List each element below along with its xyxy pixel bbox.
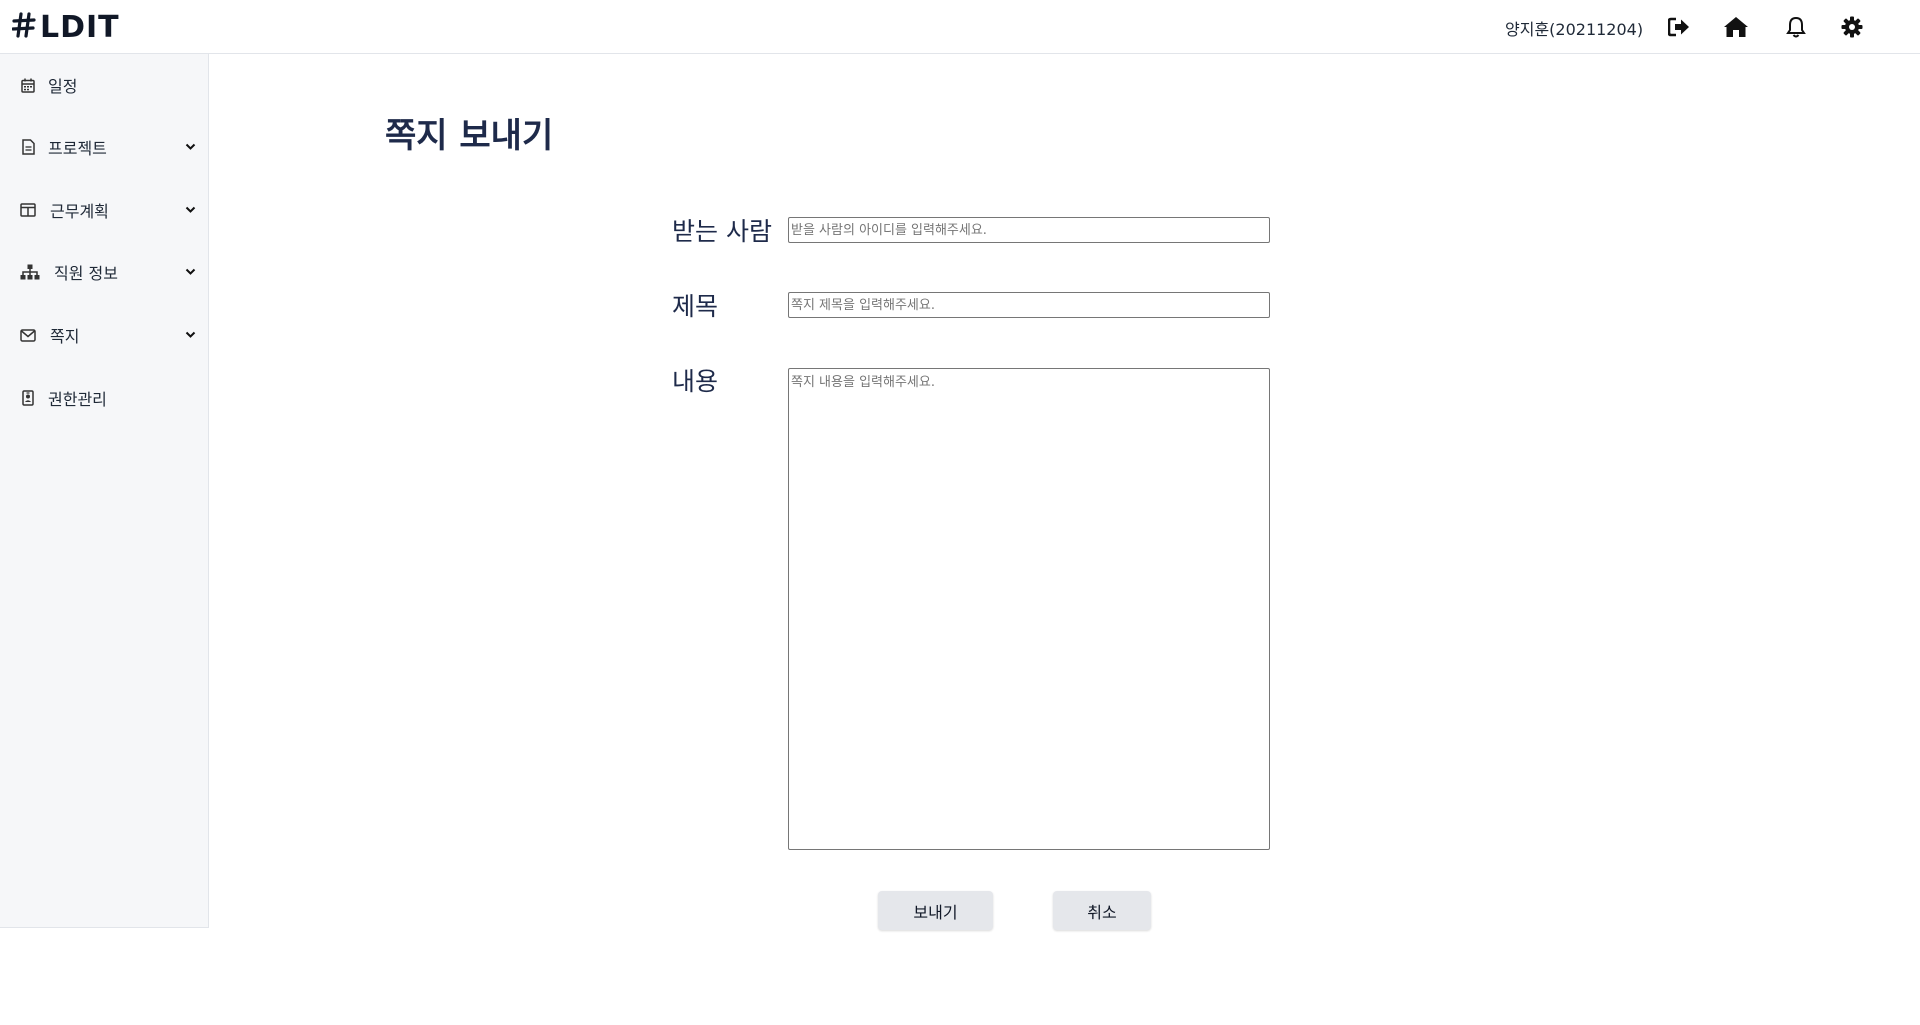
chevron-down-icon[interactable] <box>183 203 197 217</box>
recipient-label: 받는 사람 <box>672 217 772 246</box>
sidebar-item-project[interactable]: 프로젝트 <box>0 127 208 167</box>
home-icon[interactable] <box>1722 13 1750 41</box>
sidebar-item-work-plan[interactable]: 근무계획 <box>0 190 208 230</box>
sidebar-item-messages[interactable]: 쪽지 <box>0 315 208 355</box>
document-icon <box>20 139 36 155</box>
sidebar-item-permissions[interactable]: 권한관리 <box>0 378 208 418</box>
sidebar-item-label: 프로젝트 <box>48 139 107 158</box>
org-chart-icon <box>20 264 40 280</box>
sidebar-item-label: 일정 <box>48 77 78 96</box>
chevron-down-icon[interactable] <box>183 265 197 279</box>
sidebar-item-label: 쪽지 <box>50 327 80 346</box>
sidebar: 일정 프로젝트 근무계획 직원 정보 쪽지 권한관리 <box>0 54 209 928</box>
sidebar-item-schedule[interactable]: 일정 <box>0 65 208 105</box>
sidebar-item-label: 직원 정보 <box>54 264 118 283</box>
content-textarea[interactable] <box>788 368 1270 850</box>
id-badge-icon <box>20 390 36 406</box>
cancel-button[interactable]: 취소 <box>1053 891 1151 930</box>
gear-icon[interactable] <box>1838 13 1866 41</box>
envelope-icon <box>20 327 36 343</box>
user-name[interactable]: 양지훈(20211204) <box>1505 16 1643 40</box>
logo[interactable]: LDIT <box>11 9 120 45</box>
table-icon <box>20 202 36 218</box>
chevron-down-icon[interactable] <box>183 328 197 342</box>
sidebar-item-label: 권한관리 <box>48 390 107 409</box>
top-navbar: LDIT 양지훈(20211204) <box>0 0 1920 54</box>
sidebar-item-label: 근무계획 <box>50 202 109 221</box>
content-label: 내용 <box>672 367 719 396</box>
subject-label: 제목 <box>672 292 719 321</box>
bell-icon[interactable] <box>1782 13 1810 41</box>
sidebar-item-employee-info[interactable]: 직원 정보 <box>0 252 208 292</box>
calendar-icon <box>20 77 36 93</box>
chevron-down-icon[interactable] <box>183 140 197 154</box>
recipient-input[interactable] <box>788 217 1270 243</box>
subject-input[interactable] <box>788 292 1270 318</box>
send-button[interactable]: 보내기 <box>878 891 993 930</box>
hash-logo-icon <box>11 12 36 42</box>
page-title: 쪽지 보내기 <box>385 116 554 156</box>
logout-icon[interactable] <box>1665 13 1693 41</box>
logo-text: LDIT <box>40 9 120 45</box>
